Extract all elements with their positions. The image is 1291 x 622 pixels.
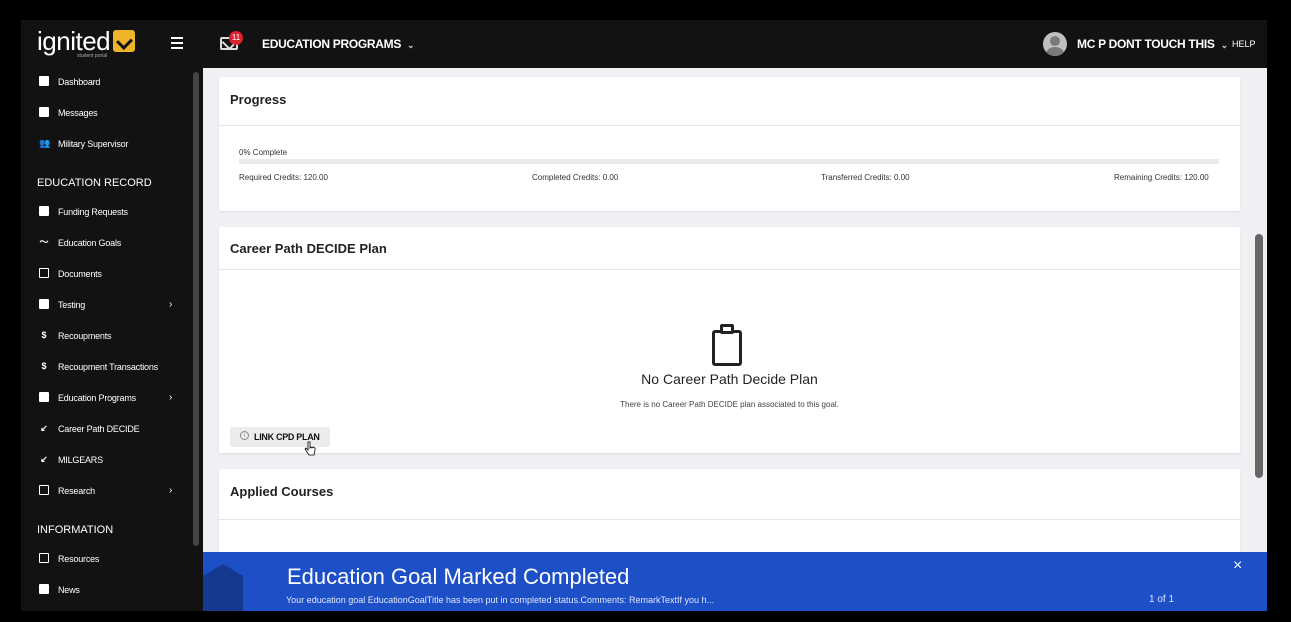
screen-frame: ignited student portal 11 EDUCATION PROG… [0, 0, 1291, 622]
sidebar-item-label: Research [58, 486, 95, 496]
remaining-credits: Remaining Credits: 120.00 [1114, 173, 1209, 182]
sidebar-item-label: Recoupment Transactions [58, 362, 158, 372]
user-menu[interactable]: MC P DONT TOUCH THIS ⌄ [1077, 37, 1228, 51]
testing-icon [39, 299, 49, 309]
app-window: ignited student portal 11 EDUCATION PROG… [21, 20, 1267, 611]
sidebar-item-recoupment-transactions[interactable]: $ Recoupment Transactions [21, 355, 191, 381]
calendar-icon [39, 392, 49, 402]
logo-text: ignited [37, 26, 111, 56]
top-bar: ignited student portal 11 EDUCATION PROG… [21, 20, 1267, 68]
help-link[interactable]: HELP [1232, 39, 1256, 49]
sidebar-item-documents[interactable]: Documents [21, 262, 191, 288]
sidebar-item-education-goals[interactable]: 〜 Education Goals [21, 231, 191, 257]
sidebar-item-resources[interactable]: Resources [21, 547, 191, 573]
toast-counter: 1 of 1 [1149, 594, 1175, 605]
close-icon[interactable]: × [1233, 557, 1242, 575]
card-divider [219, 125, 1240, 126]
applied-courses-title: Applied Courses [230, 484, 334, 499]
sidebar-item-milgears[interactable]: ↙ MILGEARS [21, 448, 191, 474]
sidebar-item-label: Testing [58, 300, 86, 310]
sidebar-item-label: Recoupments [58, 331, 112, 341]
cpd-empty-description: There is no Career Path DECIDE plan asso… [620, 400, 839, 409]
dollar-icon: $ [41, 330, 47, 340]
arrow-icon: ↙ [40, 423, 48, 433]
required-credits: Required Credits: 120.00 [239, 173, 328, 182]
chevron-right-icon: › [169, 299, 173, 310]
sidebar: Dashboard Messages 👥 Military Supervisor… [21, 68, 203, 611]
hamburger-menu-icon[interactable] [171, 37, 183, 49]
sidebar-item-label: Funding Requests [58, 207, 128, 217]
dashboard-icon [39, 76, 49, 86]
avatar[interactable] [1043, 32, 1067, 56]
toast-decoration-icon [203, 564, 243, 611]
logo-subtitle: student portal [77, 53, 108, 59]
progress-card: Progress 0% Complete Required Credits: 1… [219, 77, 1240, 211]
sidebar-item-career-path-decide[interactable]: ↙ Career Path DECIDE [21, 417, 191, 443]
arrow-icon: ↙ [40, 454, 48, 464]
sidebar-scrollbar[interactable] [193, 72, 199, 546]
cpd-empty-title: No Career Path Decide Plan [641, 371, 818, 387]
sidebar-item-military-supervisor[interactable]: 👥 Military Supervisor [21, 132, 191, 158]
sidebar-item-label: Education Goals [58, 238, 122, 248]
notification-toast[interactable]: Education Goal Marked Completed Your edu… [203, 552, 1267, 611]
progress-title: Progress [230, 92, 287, 107]
education-programs-label: EDUCATION PROGRAMS [262, 37, 402, 51]
logo-mark-icon [113, 30, 136, 52]
education-programs-menu[interactable]: EDUCATION PROGRAMS ⌄ [262, 37, 415, 51]
toast-title: Education Goal Marked Completed [287, 564, 630, 589]
message-icon [39, 107, 49, 117]
users-icon: 👥 [39, 138, 51, 148]
chevron-down-icon: ⌄ [407, 40, 415, 50]
sidebar-item-testing[interactable]: Testing › [21, 293, 191, 319]
sidebar-item-label: Education Programs [58, 393, 136, 403]
sidebar-item-label: Documents [58, 269, 102, 279]
sidebar-item-label: MILGEARS [58, 455, 103, 465]
chevron-right-icon: › [169, 392, 173, 403]
progress-bar [239, 159, 1219, 164]
main-scrollbar[interactable] [1255, 234, 1263, 478]
sidebar-item-recoupments[interactable]: $ Recoupments [21, 324, 191, 350]
sidebar-section-information: INFORMATION [37, 524, 114, 536]
sidebar-item-label: Dashboard [58, 77, 101, 87]
toast-message: Your education goal EducationGoalTitle h… [286, 595, 715, 605]
sidebar-item-funding-requests[interactable]: Funding Requests [21, 200, 191, 226]
sidebar-item-label: News [58, 585, 80, 595]
transferred-credits: Transferred Credits: 0.00 [821, 173, 910, 182]
cpd-title: Career Path DECIDE Plan [230, 241, 387, 256]
mail-count-badge: 11 [229, 31, 243, 45]
sidebar-item-label: Messages [58, 108, 98, 118]
research-icon [39, 485, 49, 495]
news-icon [39, 584, 49, 594]
document-icon [39, 268, 49, 278]
card-divider [219, 269, 1240, 270]
sidebar-item-research[interactable]: Research › [21, 479, 191, 505]
logo[interactable]: ignited [37, 26, 136, 56]
sidebar-section-education-record: EDUCATION RECORD [37, 177, 152, 189]
trend-icon: 〜 [39, 237, 49, 247]
main-content: Progress 0% Complete Required Credits: 1… [203, 68, 1267, 611]
sidebar-item-dashboard[interactable]: Dashboard [21, 70, 191, 96]
progress-percent-label: 0% Complete [239, 148, 288, 157]
completed-credits: Completed Credits: 0.00 [532, 173, 619, 182]
sidebar-item-news[interactable]: News [21, 578, 191, 604]
sidebar-item-label: Career Path DECIDE [58, 424, 140, 434]
user-name: MC P DONT TOUCH THIS [1077, 37, 1215, 51]
info-icon: i [240, 431, 249, 440]
funding-icon [39, 206, 49, 216]
clipboard-icon [712, 324, 742, 366]
hand-cursor-icon [304, 441, 316, 456]
dollar-icon: $ [41, 361, 47, 371]
sidebar-item-messages[interactable]: Messages [21, 101, 191, 127]
sidebar-item-label: Resources [58, 554, 100, 564]
chevron-right-icon: › [169, 485, 173, 496]
document-icon [39, 553, 49, 563]
card-divider [219, 519, 1240, 520]
chevron-down-icon: ⌄ [1220, 40, 1229, 50]
sidebar-item-education-programs[interactable]: Education Programs › [21, 386, 191, 412]
sidebar-item-label: Military Supervisor [58, 139, 129, 149]
